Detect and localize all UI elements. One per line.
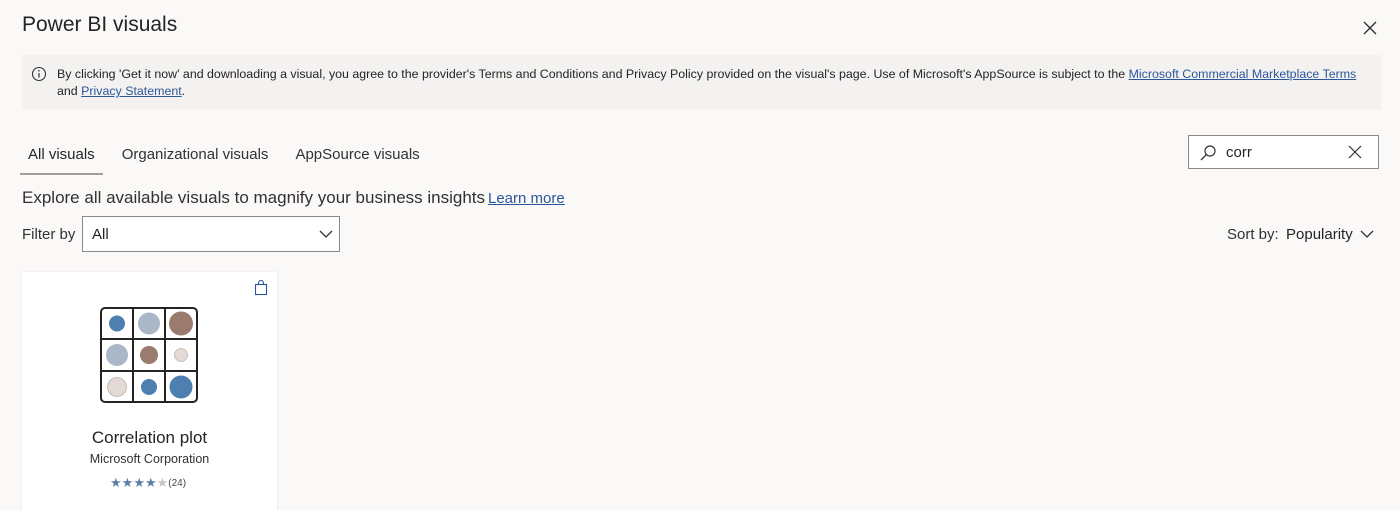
marketplace-terms-link[interactable]: Microsoft Commercial Marketplace Terms <box>1129 67 1357 81</box>
filter-value: All <box>92 226 109 243</box>
tab-organizational-visuals[interactable]: Organizational visuals <box>114 146 277 172</box>
terms-and: and <box>57 84 82 98</box>
star-filled-icon: ★ <box>121 475 134 490</box>
review-count: (24) <box>168 477 187 489</box>
shopping-bag-icon[interactable] <box>254 280 268 296</box>
tab-appsource-visuals[interactable]: AppSource visuals <box>287 146 427 172</box>
visual-tabs: All visuals Organizational visuals AppSo… <box>20 146 439 175</box>
visual-card[interactable]: Correlation plot Microsoft Corporation ★… <box>22 272 277 510</box>
visual-publisher: Microsoft Corporation <box>89 452 210 466</box>
explore-text: Explore all available visuals to magnify… <box>22 188 486 207</box>
chevron-down-icon <box>319 230 333 238</box>
terms-end: . <box>181 84 186 98</box>
search-icon <box>1200 145 1216 161</box>
close-icon <box>1363 21 1377 35</box>
tab-all-visuals[interactable]: All visuals <box>20 146 103 175</box>
info-icon <box>31 66 47 82</box>
star-filled-icon: ★ <box>144 475 157 490</box>
filter-label: Filter by <box>22 226 76 243</box>
star-empty-icon: ★ <box>156 475 169 490</box>
star-rating: ★★★★★ (24) <box>110 476 186 490</box>
sort-label: Sort by: <box>1227 226 1279 243</box>
star-filled-icon: ★ <box>133 475 145 490</box>
privacy-statement-link[interactable]: Privacy Statement <box>81 84 182 98</box>
search-input[interactable]: corr <box>1188 135 1379 169</box>
correlation-plot-icon <box>100 307 198 403</box>
stars: ★★★★★ <box>110 476 168 490</box>
terms-text: By clicking 'Get it now' and downloading… <box>57 66 1357 100</box>
visual-name: Correlation plot <box>91 428 208 447</box>
search-value: corr <box>1226 144 1252 161</box>
sort-chevron-down-icon[interactable] <box>1360 229 1374 239</box>
clear-search-icon[interactable] <box>1347 144 1363 160</box>
filter-dropdown[interactable]: All <box>82 216 340 252</box>
sort-dropdown[interactable]: Popularity <box>1286 226 1353 243</box>
terms-body: By clicking 'Get it now' and downloading… <box>57 67 1129 81</box>
close-button[interactable] <box>1356 14 1384 42</box>
learn-more-link[interactable]: Learn more <box>488 190 565 207</box>
dialog-title: Power BI visuals <box>22 13 178 36</box>
terms-banner: By clicking 'Get it now' and downloading… <box>22 55 1381 110</box>
star-filled-icon: ★ <box>110 475 122 490</box>
